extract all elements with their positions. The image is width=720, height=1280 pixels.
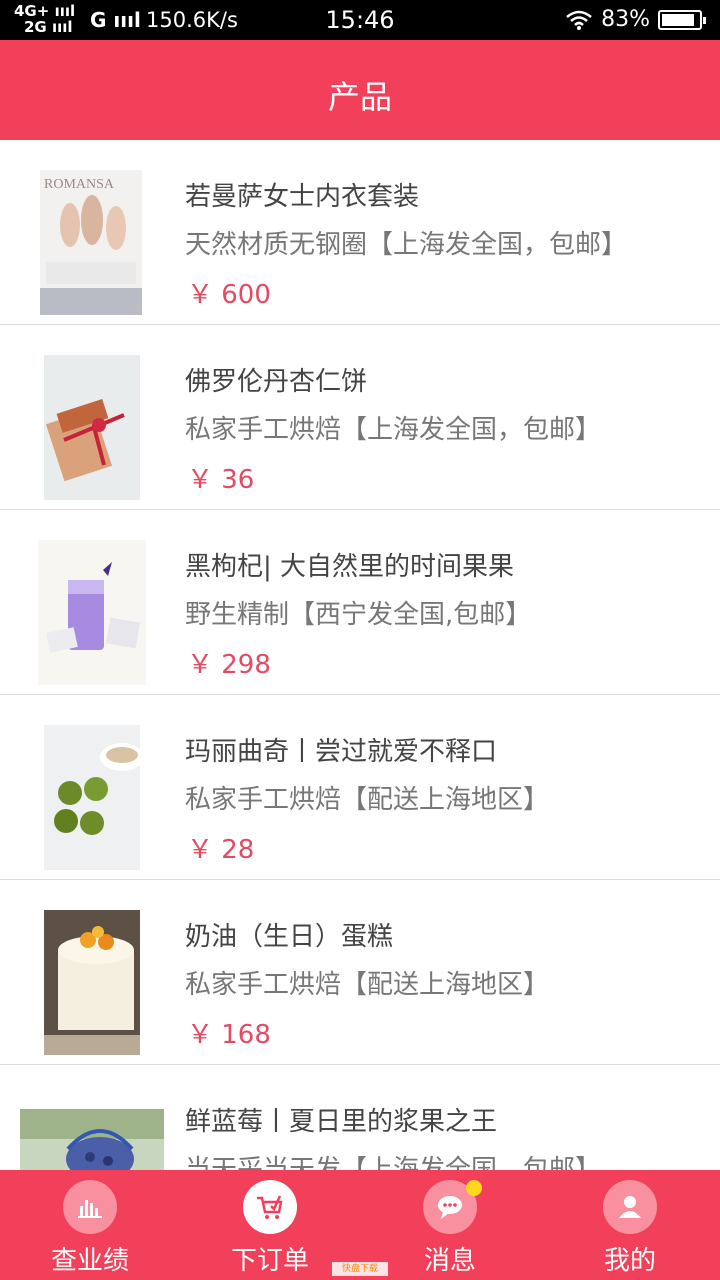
product-name: 若曼萨女士内衣套装 <box>185 182 420 212</box>
battery-percent: 83% <box>601 7 650 32</box>
product-thumbnail <box>44 355 140 500</box>
product-item[interactable]: 奶油（生日）蛋糕 私家手工烘焙【配送上海地区】 ￥ 168 <box>0 880 720 1065</box>
product-desc: 私家手工烘焙【配送上海地区】 <box>185 785 550 815</box>
bar-chart-icon <box>63 1180 117 1234</box>
product-name: 佛罗伦丹杏仁饼 <box>185 367 368 397</box>
product-price: ￥ 168 <box>187 1020 271 1050</box>
product-thumbnail: ROMANSA <box>40 170 142 315</box>
nav-label: 查业绩 <box>50 1246 129 1276</box>
product-thumbnail <box>44 725 140 870</box>
app-header: 产品 <box>0 40 720 140</box>
notification-dot <box>466 1180 482 1196</box>
product-name: 黑枸杞| 大自然里的时间果果 <box>185 552 515 582</box>
status-right: 83% <box>565 7 706 32</box>
nav-profile[interactable]: 我的 <box>540 1170 720 1280</box>
product-item[interactable]: ROMANSA 若曼萨女士内衣套装 天然材质无钢圈【上海发全国，包邮】 ￥ 60… <box>0 140 720 325</box>
watermark: 快盘下载 <box>332 1262 388 1276</box>
product-price: ￥ 600 <box>187 280 271 310</box>
product-desc: 私家手工烘焙【配送上海地区】 <box>185 970 550 1000</box>
product-name: 鲜蓝莓丨夏日里的浆果之王 <box>185 1107 498 1137</box>
product-item[interactable]: 鲜蓝莓丨夏日里的浆果之王 当天采当天发【上海发全国，包邮】 <box>0 1065 720 1170</box>
product-list[interactable]: ROMANSA 若曼萨女士内衣套装 天然材质无钢圈【上海发全国，包邮】 ￥ 60… <box>0 140 720 1170</box>
nav-label: 我的 <box>603 1246 656 1276</box>
product-price: ￥ 298 <box>187 650 271 680</box>
product-desc: 私家手工烘焙【上海发全国，包邮】 <box>185 415 602 445</box>
product-thumbnail <box>44 910 140 1055</box>
product-desc: 天然材质无钢圈【上海发全国，包邮】 <box>185 230 628 260</box>
nav-performance[interactable]: 查业绩 <box>0 1170 180 1280</box>
product-desc: 野生精制【西宁发全国,包邮】 <box>185 600 532 630</box>
product-thumbnail <box>20 1109 164 1170</box>
product-desc: 当天采当天发【上海发全国，包邮】 <box>185 1155 602 1170</box>
product-thumbnail <box>38 540 146 685</box>
cart-icon <box>243 1180 297 1234</box>
user-icon <box>603 1180 657 1234</box>
product-price: ￥ 36 <box>187 465 255 495</box>
battery-icon <box>658 9 706 30</box>
product-item[interactable]: 玛丽曲奇丨尝过就爱不释口 私家手工烘焙【配送上海地区】 ￥ 28 <box>0 695 720 880</box>
product-name: 玛丽曲奇丨尝过就爱不释口 <box>185 737 498 767</box>
wifi-icon <box>566 10 592 30</box>
status-bar: 4G+ ıııl 2G ıııl G ıııl 150.6K/s 15:46 8… <box>0 0 720 40</box>
product-price: ￥ 28 <box>187 835 255 865</box>
thumb-brand-text: ROMANSA <box>44 177 115 192</box>
product-item[interactable]: 黑枸杞| 大自然里的时间果果 野生精制【西宁发全国,包邮】 ￥ 298 <box>0 510 720 695</box>
product-name: 奶油（生日）蛋糕 <box>185 922 394 952</box>
page-title: 产品 <box>327 78 392 116</box>
product-item[interactable]: 佛罗伦丹杏仁饼 私家手工烘焙【上海发全国，包邮】 ￥ 36 <box>0 325 720 510</box>
